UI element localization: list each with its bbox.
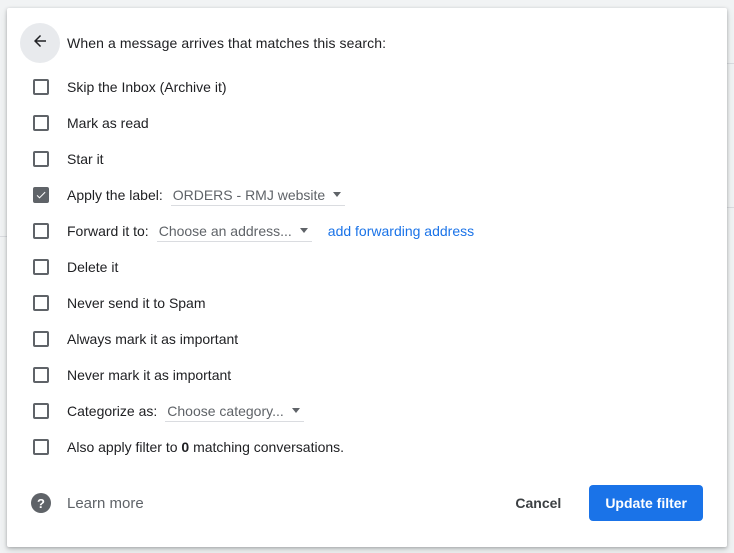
arrow-left-icon: [31, 32, 49, 55]
forward-address-select[interactable]: Choose an address...: [156, 220, 312, 242]
apply-to-existing-checkbox[interactable]: [33, 439, 49, 455]
cancel-button[interactable]: Cancel: [499, 485, 577, 521]
option-skip-inbox: Skip the Inbox (Archive it): [33, 69, 713, 105]
forward-address-value: Choose an address...: [158, 222, 292, 239]
option-apply-label: Apply the label: ORDERS - RMJ website: [33, 177, 713, 213]
backdrop-divider: [727, 207, 734, 208]
option-never-important: Never mark it as important: [33, 357, 713, 393]
categorize-checkbox[interactable]: [33, 403, 49, 419]
skip-inbox-checkbox[interactable]: [33, 79, 49, 95]
label-select[interactable]: ORDERS - RMJ website: [170, 184, 346, 206]
never-spam-checkbox[interactable]: [33, 295, 49, 311]
dropdown-caret-icon: [291, 408, 300, 413]
backdrop-divider: [727, 63, 734, 64]
dialog-header: When a message arrives that matches this…: [20, 23, 386, 63]
delete-it-checkbox[interactable]: [33, 259, 49, 275]
delete-it-label: Delete it: [67, 259, 119, 275]
star-it-label: Star it: [67, 151, 104, 167]
add-forwarding-address-link[interactable]: add forwarding address: [328, 223, 474, 239]
update-filter-button[interactable]: Update filter: [589, 485, 703, 521]
option-forward-it: Forward it to: Choose an address... add …: [33, 213, 713, 249]
backdrop-divider: [0, 236, 7, 237]
always-important-checkbox[interactable]: [33, 331, 49, 347]
option-apply-to-existing: Also apply filter to 0 matching conversa…: [33, 429, 713, 465]
never-important-checkbox[interactable]: [33, 367, 49, 383]
star-it-checkbox[interactable]: [33, 151, 49, 167]
apply-to-existing-label: Also apply filter to 0 matching conversa…: [67, 439, 344, 455]
categorize-label: Categorize as:: [67, 403, 158, 419]
category-select-value: Choose category...: [167, 402, 284, 419]
option-never-spam: Never send it to Spam: [33, 285, 713, 321]
dialog-footer: ? Learn more Cancel Update filter: [31, 485, 703, 521]
forward-it-label: Forward it to:: [67, 223, 149, 239]
apply-label-checkbox[interactable]: [33, 187, 49, 203]
always-important-label: Always mark it as important: [67, 331, 239, 347]
learn-more-link[interactable]: Learn more: [67, 495, 144, 512]
never-spam-label: Never send it to Spam: [67, 295, 206, 311]
help-circle-icon[interactable]: ?: [31, 493, 51, 513]
category-select[interactable]: Choose category...: [165, 400, 304, 422]
filter-options-list: Skip the Inbox (Archive it) Mark as read…: [33, 69, 713, 465]
back-button[interactable]: [20, 23, 60, 63]
option-delete-it: Delete it: [33, 249, 713, 285]
option-star-it: Star it: [33, 141, 713, 177]
dropdown-caret-icon: [299, 228, 308, 233]
dialog-title: When a message arrives that matches this…: [67, 35, 387, 51]
filter-actions-dialog: When a message arrives that matches this…: [7, 8, 727, 547]
dropdown-caret-icon: [333, 192, 342, 197]
label-select-value: ORDERS - RMJ website: [172, 186, 326, 203]
option-categorize: Categorize as: Choose category...: [33, 393, 713, 429]
option-mark-as-read: Mark as read: [33, 105, 713, 141]
apply-to-existing-suffix: matching conversations.: [189, 439, 345, 455]
skip-inbox-label: Skip the Inbox (Archive it): [67, 79, 227, 95]
never-important-label: Never mark it as important: [67, 367, 232, 383]
apply-label-label: Apply the label:: [67, 187, 163, 203]
mark-as-read-label: Mark as read: [67, 115, 149, 131]
forward-it-checkbox[interactable]: [33, 223, 49, 239]
option-always-important: Always mark it as important: [33, 321, 713, 357]
checkmark-icon: [36, 191, 46, 199]
mark-as-read-checkbox[interactable]: [33, 115, 49, 131]
apply-to-existing-prefix: Also apply filter to: [67, 439, 182, 455]
